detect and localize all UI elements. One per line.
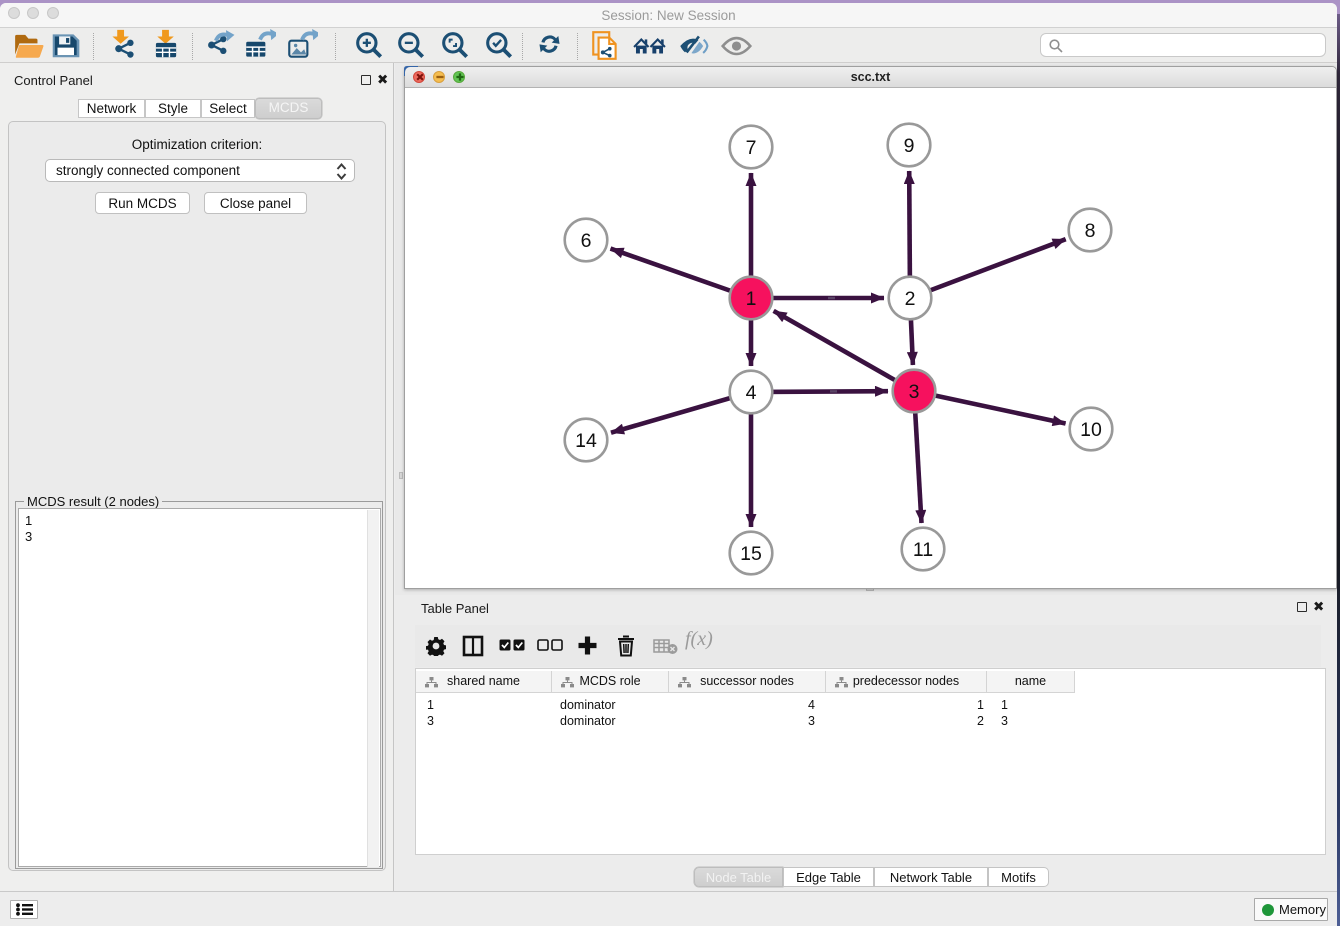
svg-text:9: 9 bbox=[904, 135, 915, 157]
svg-text:15: 15 bbox=[740, 543, 762, 565]
svg-text:3: 3 bbox=[909, 381, 920, 403]
svg-text:1: 1 bbox=[746, 288, 757, 310]
svg-text:10: 10 bbox=[1080, 419, 1102, 441]
svg-text:7: 7 bbox=[746, 137, 757, 159]
svg-text:4: 4 bbox=[746, 382, 757, 404]
svg-text:14: 14 bbox=[575, 430, 597, 452]
svg-text:6: 6 bbox=[581, 230, 592, 252]
svg-text:8: 8 bbox=[1085, 220, 1096, 242]
svg-text:11: 11 bbox=[913, 539, 933, 561]
svg-text:2: 2 bbox=[905, 288, 916, 310]
